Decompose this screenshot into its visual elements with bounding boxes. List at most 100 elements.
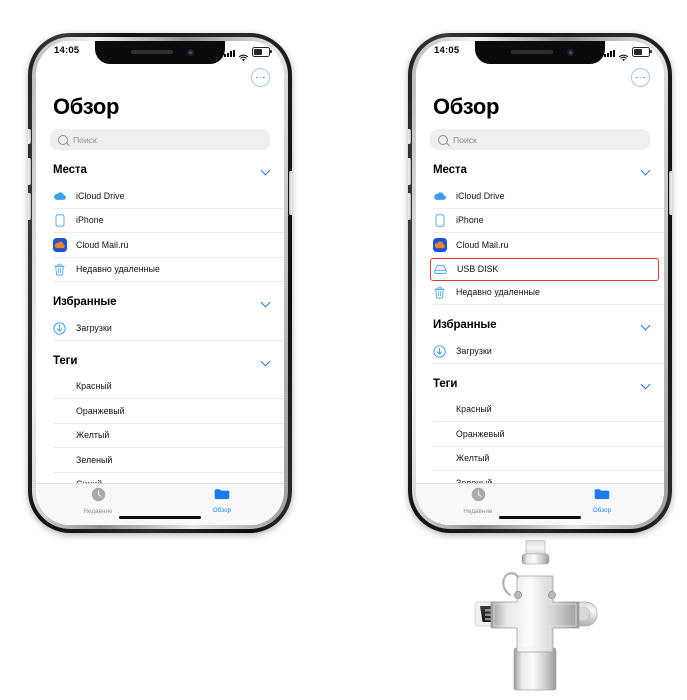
cloud-mailru-icon	[433, 237, 447, 252]
notch	[95, 41, 225, 64]
search-input[interactable]: Поиск	[50, 129, 270, 150]
list-item-icloud-drive[interactable]: iCloud Drive	[53, 184, 284, 209]
home-indicator[interactable]	[499, 515, 581, 519]
list-item-label: iPhone	[76, 215, 104, 226]
section-header-tags[interactable]: Теги	[36, 347, 284, 375]
chevron-down-icon[interactable]	[642, 380, 650, 388]
search-icon	[58, 134, 68, 145]
screen-content: Обзор Поиск Места iCloud Drive iPhone Cl…	[36, 64, 284, 525]
status-bar-indicators	[224, 46, 272, 62]
phone-without-usb-disk: 14:05 Обзор Поиск Места iCloud Drive iPh…	[27, 33, 293, 533]
section-header-favorites[interactable]: Избранные	[416, 311, 664, 339]
more-circle-icon[interactable]	[631, 68, 650, 87]
list-item-label: Желтый	[76, 430, 110, 441]
tab-recents[interactable]: Недавние	[36, 487, 160, 515]
tag-color-dot	[53, 404, 67, 418]
list-item-label: iCloud Drive	[76, 190, 125, 201]
section-title-favorites: Избранные	[433, 319, 497, 331]
list-item-label: Красный	[456, 404, 492, 415]
power-button[interactable]	[669, 171, 673, 215]
volume-down-button[interactable]	[407, 193, 411, 220]
download-circle-icon	[433, 344, 447, 358]
search-placeholder: Поиск	[453, 134, 477, 145]
download-circle-icon	[53, 321, 67, 335]
phone-screen: 14:05 Обзор Поиск Места iCloud Drive iPh…	[36, 41, 284, 525]
more-row	[36, 64, 284, 94]
list-item-tag-orange[interactable]: Оранжевый	[433, 422, 664, 447]
chevron-down-icon[interactable]	[642, 166, 650, 174]
more-circle-icon[interactable]	[251, 68, 270, 87]
list-item-label: USB DISK	[457, 264, 499, 274]
list-item-tag-orange[interactable]: Оранжевый	[53, 399, 284, 424]
list-item-icloud-drive[interactable]: iCloud Drive	[433, 184, 664, 209]
list-item-iphone[interactable]: iPhone	[53, 209, 284, 233]
silent-switch[interactable]	[407, 129, 411, 144]
tab-label: Обзор	[592, 507, 612, 514]
list-item-downloads[interactable]: Загрузки	[53, 316, 284, 341]
power-button[interactable]	[289, 171, 293, 215]
search-icon	[438, 134, 448, 145]
4-in-1-usb-flash-drive	[463, 539, 608, 695]
list-item-label: Оранжевый	[76, 405, 125, 416]
list-item-tag-yellow[interactable]: Желтый	[433, 447, 664, 471]
list-item-tag-green[interactable]: Зеленый	[53, 448, 284, 473]
tab-label: Обзор	[212, 507, 232, 514]
list-item-downloads[interactable]: Загрузки	[433, 339, 664, 364]
tab-recents[interactable]: Недавние	[416, 487, 540, 515]
trash-icon	[53, 262, 67, 276]
search-input[interactable]: Поиск	[430, 129, 650, 150]
tab-label: Недавние	[83, 508, 113, 515]
wifi-icon	[618, 49, 629, 62]
list-item-label: iPhone	[456, 215, 484, 226]
status-bar-indicators	[604, 46, 652, 62]
screw-left	[514, 591, 522, 599]
list-item-label: Недавно удаленные	[456, 287, 540, 298]
list-item-tag-yellow[interactable]: Желтый	[53, 424, 284, 448]
front-camera	[567, 49, 574, 56]
list-item-usb-disk[interactable]: USB DISK	[430, 257, 659, 281]
tab-bar: Недавние Обзор	[36, 483, 284, 525]
list-item-recently-deleted[interactable]: Недавно удаленные	[53, 258, 284, 282]
list-item-iphone[interactable]: iPhone	[433, 209, 664, 233]
list-item-label: Недавно удаленные	[76, 264, 160, 275]
list-item-tag-red[interactable]: Красный	[433, 398, 664, 422]
list-item-cloud-mailru[interactable]: Cloud Mail.ru	[53, 233, 284, 258]
page-title: Обзор	[433, 94, 500, 119]
volume-up-button[interactable]	[407, 158, 411, 185]
list-item-cloud-mailru[interactable]: Cloud Mail.ru	[433, 233, 664, 258]
notch	[475, 41, 605, 64]
volume-down-button[interactable]	[27, 193, 31, 220]
battery-icon	[632, 47, 652, 57]
section-header-favorites[interactable]: Избранные	[36, 288, 284, 316]
chevron-down-icon[interactable]	[262, 166, 270, 174]
volume-up-button[interactable]	[27, 158, 31, 185]
tag-color-dot	[433, 402, 447, 416]
home-indicator[interactable]	[119, 515, 201, 519]
tab-label: Недавние	[463, 508, 493, 515]
tab-browse[interactable]: Обзор	[160, 487, 284, 514]
chevron-down-icon[interactable]	[262, 298, 270, 306]
tag-color-dot	[53, 428, 67, 442]
list-item-label: Cloud Mail.ru	[76, 239, 129, 250]
section-title-favorites: Избранные	[53, 296, 117, 308]
cellular-bars-icon	[604, 49, 615, 57]
iphone-icon	[53, 213, 67, 227]
tab-bar: Недавние Обзор	[416, 483, 664, 525]
list-item-label: Зеленый	[76, 454, 113, 465]
chevron-down-icon[interactable]	[262, 357, 270, 365]
list-item-label: Красный	[76, 381, 112, 392]
silent-switch[interactable]	[27, 129, 31, 144]
chevron-down-icon[interactable]	[642, 321, 650, 329]
section-header-places[interactable]: Места	[416, 156, 664, 184]
list-item-tag-red[interactable]: Красный	[53, 375, 284, 399]
tab-browse[interactable]: Обзор	[540, 487, 664, 514]
iphone-icon	[433, 213, 447, 227]
folder-icon	[594, 487, 610, 506]
screw-right	[548, 591, 556, 599]
list-item-label: Cloud Mail.ru	[456, 239, 509, 250]
section-header-tags[interactable]: Теги	[416, 370, 664, 398]
section-header-places[interactable]: Места	[36, 156, 284, 184]
list-item-recently-deleted[interactable]: Недавно удаленные	[433, 281, 664, 305]
trash-icon	[433, 285, 447, 299]
tag-color-dot	[433, 427, 447, 441]
